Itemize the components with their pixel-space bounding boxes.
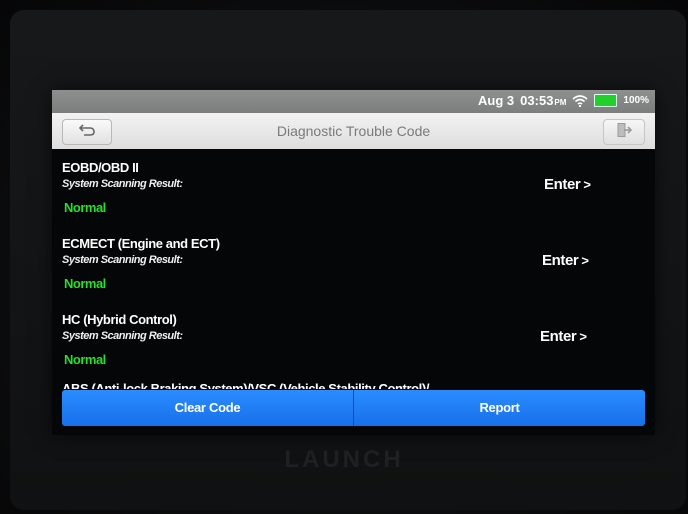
system-scan-result: Normal (64, 200, 106, 215)
system-name: HC (Hybrid Control) (62, 312, 177, 327)
system-scan-result: Normal (64, 276, 106, 291)
enter-button[interactable]: Enter > (544, 176, 591, 193)
exit-icon (616, 122, 633, 143)
enter-label: Enter (544, 176, 581, 193)
enter-button[interactable]: Enter > (542, 252, 589, 269)
report-button[interactable]: Report (354, 390, 645, 426)
enter-button[interactable]: Enter > (540, 328, 587, 345)
title-bar: Diagnostic Trouble Code (52, 113, 655, 149)
clear-code-button[interactable]: Clear Code (62, 390, 353, 426)
enter-label: Enter (542, 252, 579, 269)
list-item-partial: ABS (Anti-lock Braking System)/VSC (Vehi… (52, 375, 655, 389)
status-bar: Aug 3 03:53PM 100% (52, 90, 655, 113)
device-screen: Aug 3 03:53PM 100% Diagnostic Trouble Co… (52, 90, 655, 435)
system-list: EOBD/OBD II System Scanning Result: Norm… (52, 149, 655, 389)
battery-percent: 100% (623, 95, 649, 106)
status-time-value: 03:53 (520, 93, 554, 108)
page-title: Diagnostic Trouble Code (276, 123, 431, 139)
chevron-right-icon: > (579, 329, 587, 344)
bottom-action-bar: Clear Code Report (62, 390, 645, 426)
chevron-right-icon: > (581, 253, 589, 268)
status-time: 03:53PM (520, 93, 566, 108)
enter-label: Enter (540, 328, 577, 345)
system-name: EOBD/OBD II (62, 160, 139, 175)
system-scan-label: System Scanning Result: (62, 178, 183, 190)
system-name: ABS (Anti-lock Braking System)/VSC (Vehi… (62, 381, 430, 389)
status-time-ampm: PM (554, 98, 567, 107)
list-item: ECMECT (Engine and ECT) System Scanning … (52, 225, 655, 301)
exit-button[interactable] (603, 119, 645, 145)
status-bar-right: Aug 3 03:53PM 100% (478, 93, 649, 108)
system-scan-result: Normal (64, 352, 106, 367)
back-button[interactable] (62, 119, 112, 145)
photo-background: Aug 3 03:53PM 100% Diagnostic Trouble Co… (0, 0, 688, 514)
back-arrow-icon (78, 123, 96, 142)
system-scan-label: System Scanning Result: (62, 330, 183, 342)
battery-icon (594, 94, 618, 107)
status-date: Aug 3 (478, 93, 515, 108)
list-item: EOBD/OBD II System Scanning Result: Norm… (52, 149, 655, 225)
wifi-icon (572, 94, 588, 107)
brand-logo: LAUNCH (284, 446, 404, 473)
system-scan-label: System Scanning Result: (62, 254, 183, 266)
list-item: HC (Hybrid Control) System Scanning Resu… (52, 301, 655, 377)
chevron-right-icon: > (583, 177, 591, 192)
system-name: ECMECT (Engine and ECT) (62, 236, 220, 251)
